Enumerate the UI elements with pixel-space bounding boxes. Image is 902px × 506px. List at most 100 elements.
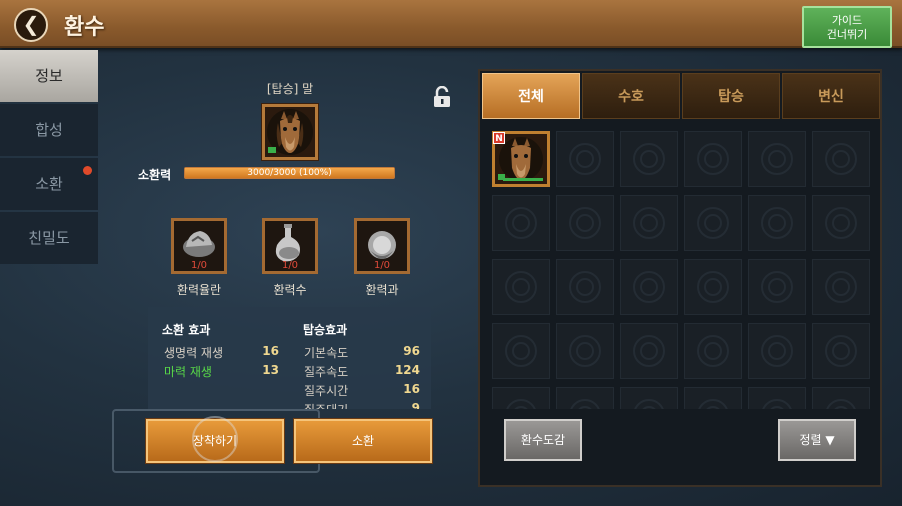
stat-label: 질주대기 [304,401,348,409]
back-arrow-icon[interactable]: ❮ [14,8,48,42]
notification-dot [83,166,92,175]
mount-portrait[interactable] [262,104,318,160]
empty-slot-emblem-icon [505,335,537,367]
inventory-slot-empty[interactable] [556,259,614,315]
inventory-slot-empty[interactable] [620,387,678,409]
sidebar-item-label: 소환 [35,175,63,193]
stat-value: 124 [394,363,420,377]
inventory-slot-empty[interactable] [684,131,742,187]
inventory-slot-empty[interactable] [748,323,806,379]
empty-slot-emblem-icon [761,399,793,409]
inventory-slot-empty[interactable] [620,195,678,251]
item-slot-potion[interactable]: 1/0 [262,218,318,274]
empty-slot-emblem-icon [697,271,729,303]
inventory-slot-empty[interactable] [812,259,870,315]
sort-button[interactable]: 정렬 ▼ [778,419,856,461]
inventory-slot-empty[interactable] [812,323,870,379]
inventory-slot-empty[interactable] [812,195,870,251]
stat-value: 96 [403,344,420,358]
inventory-slot-empty[interactable] [492,323,550,379]
stats-panel: 소환 효과 생명력 재생 16 마력 재생 13 탑승효과 기본속도 96 질주… [148,307,431,409]
inventory-slot-empty[interactable] [492,195,550,251]
stat-label: 기본속도 [304,346,349,360]
mount-name: [탑승] 말 [266,82,314,96]
empty-slot-emblem-icon [569,143,601,175]
collection-label: 환수도감 [520,433,566,447]
sidebar-item-intimacy[interactable]: 친밀도 [0,212,98,264]
summon-label: 소환 [351,434,375,448]
sidebar-item-label: 정보 [35,67,63,85]
empty-slot-emblem-icon [825,143,857,175]
inventory-slot-empty[interactable] [748,195,806,251]
inventory-slot-empty[interactable] [684,259,742,315]
health-bar [503,178,543,181]
inventory-slot-empty[interactable] [492,259,550,315]
empty-slot-emblem-icon [761,271,793,303]
inventory-slot-empty[interactable] [812,387,870,409]
inventory-slot-empty[interactable] [684,387,742,409]
empty-slot-emblem-icon [633,207,665,239]
summon-power-bar: 3000/3000 (100%) [184,167,395,179]
inventory-slot-horse[interactable]: N [492,131,550,187]
item-count: 1/0 [190,260,208,271]
sidebar-item-summon[interactable]: 소환 [0,158,98,210]
empty-slot-emblem-icon [569,207,601,239]
inventory-slot-empty[interactable] [748,259,806,315]
inventory-slot-empty[interactable] [684,323,742,379]
inventory-slot-empty[interactable] [556,131,614,187]
inventory-slot-empty[interactable] [620,131,678,187]
item-label: 환력과 [365,283,399,297]
stat-label: 질주속도 [304,365,349,379]
collection-button[interactable]: 환수도감 [504,419,582,461]
summon-button[interactable]: 소환 [294,419,432,463]
inventory-slot-empty[interactable] [684,195,742,251]
tab-ride[interactable]: 탑승 [682,73,780,119]
inventory-slot-empty[interactable] [620,259,678,315]
item-count: 1/0 [373,260,391,271]
empty-slot-emblem-icon [761,335,793,367]
tab-transform[interactable]: 변신 [782,73,880,119]
inventory-slot-empty[interactable] [556,195,614,251]
item-label: 환력율란 [176,283,222,297]
tab-guardian[interactable]: 수호 [582,73,680,119]
sidebar-item-info[interactable]: 정보 [0,50,98,102]
sidebar-item-synthesis[interactable]: 합성 [0,104,98,156]
stat-label: 질주시간 [304,384,349,398]
inventory-slot-empty[interactable] [812,131,870,187]
tab-all[interactable]: 전체 [482,73,580,119]
sidebar-item-label: 친밀도 [28,229,70,247]
empty-slot-emblem-icon [697,143,729,175]
empty-slot-emblem-icon [569,335,601,367]
sidebar-item-label: 합성 [35,121,63,139]
tutorial-touch-indicator [192,416,238,462]
empty-slot-emblem-icon [697,207,729,239]
empty-slot-emblem-icon [825,271,857,303]
stat-value: 9 [411,401,420,409]
item-label: 환력수 [273,283,307,297]
empty-slot-emblem-icon [761,143,793,175]
inventory-slot-empty[interactable] [748,131,806,187]
inventory-panel: 전체 수호 탑승 변신 N 환수도감 정렬 ▼ [478,69,882,487]
skip-guide-button[interactable]: 가이드 건너뛰기 [802,6,892,48]
empty-slot-emblem-icon [825,207,857,239]
empty-slot-emblem-icon [633,143,665,175]
inventory-slot-empty[interactable] [556,323,614,379]
header-bar: ❮ 환수 가이드 건너뛰기 [0,0,902,48]
empty-slot-emblem-icon [697,335,729,367]
summon-effect-title: 소환 효과 [162,323,211,337]
inventory-slot-empty[interactable] [492,387,550,409]
inventory-slot-empty[interactable] [556,387,614,409]
stat-value: 16 [403,382,420,396]
item-slot-egg[interactable]: 1/0 [171,218,227,274]
inventory-slot-empty[interactable] [748,387,806,409]
item-count: 1/0 [281,260,299,271]
empty-slot-emblem-icon [633,399,665,409]
tab-bar: 전체 수호 탑승 변신 [482,73,880,119]
inventory-slot-empty[interactable] [620,323,678,379]
stat-value: 16 [262,344,279,358]
empty-slot-emblem-icon [569,271,601,303]
stat-label: 생명력 재생 [164,346,224,360]
stat-value: 13 [262,363,279,377]
unlock-icon[interactable] [432,86,452,108]
item-slot-fruit[interactable]: 1/0 [354,218,410,274]
